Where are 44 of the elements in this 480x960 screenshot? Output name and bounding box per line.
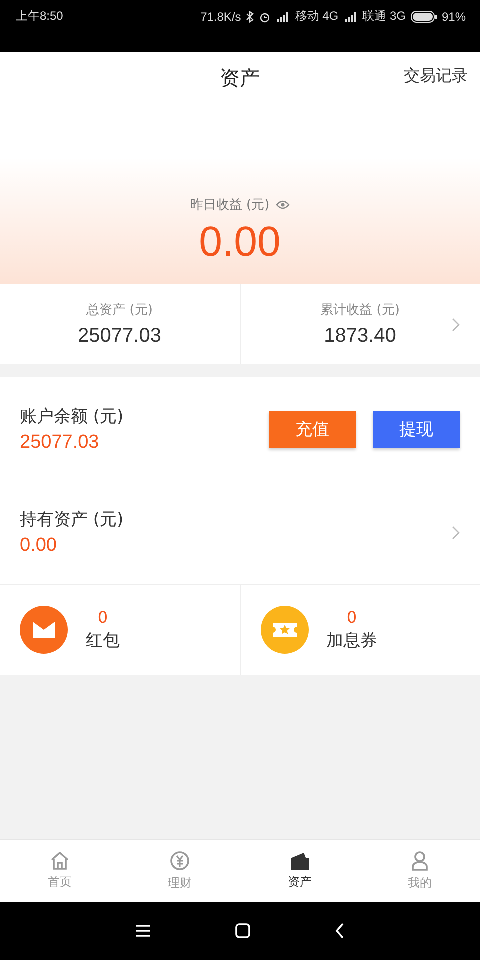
carrier-label: 移动 4G — [295, 8, 339, 25]
yesterday-earnings-value: 0.00 — [199, 218, 281, 266]
eye-icon[interactable] — [276, 200, 290, 210]
recharge-button[interactable]: 充值 — [269, 410, 356, 448]
summary-value: 1873.40 — [324, 324, 396, 348]
chevron-right-icon[interactable] — [452, 318, 460, 332]
bonus-count: 0 — [346, 608, 358, 627]
user-icon — [411, 850, 429, 870]
battery-level: 91% — [442, 10, 466, 24]
tab-item[interactable]: 我的 — [360, 840, 480, 902]
tab-item[interactable]: 资产 — [240, 840, 360, 902]
signal-icon — [276, 12, 290, 22]
status-time: 上午8:50 — [16, 8, 64, 25]
carrier-label: 联通 3G — [362, 8, 406, 25]
summary-label: 总资产 (元) — [86, 302, 153, 318]
bonus-label: 红包 — [86, 630, 120, 652]
yen-icon — [170, 850, 190, 870]
summary-label: 累计收益 (元) — [320, 302, 400, 318]
battery-icon — [410, 10, 437, 22]
tab-item[interactable]: 理财 — [120, 840, 240, 902]
network-speed: 71.8K/s — [200, 10, 242, 24]
alarm-icon — [259, 10, 272, 22]
holdings-value: 0.00 — [20, 535, 58, 557]
envelope-icon[interactable] — [20, 606, 68, 654]
account-balance-value: 25077.03 — [20, 432, 100, 454]
home-icon — [50, 852, 70, 870]
signal-icon — [344, 12, 358, 22]
summary-value: 25077.03 — [78, 324, 162, 348]
bonus-label: 加息券 — [326, 630, 378, 652]
back-icon[interactable] — [335, 923, 345, 939]
withdraw-button[interactable]: 提现 — [373, 410, 460, 448]
menu-icon[interactable] — [135, 924, 151, 938]
chevron-right-icon[interactable] — [452, 526, 460, 540]
tab-item[interactable]: 首页 — [0, 840, 120, 902]
yesterday-earnings-label: 昨日收益 (元) — [190, 197, 270, 214]
holdings-label: 持有资产 (元) — [20, 509, 124, 531]
transaction-records-link[interactable]: 交易记录 — [404, 66, 468, 87]
wallet-icon — [290, 852, 310, 870]
account-balance-label: 账户余额 (元) — [20, 406, 124, 428]
page-title: 资产 — [220, 64, 260, 92]
bonus-count: 0 — [98, 608, 108, 627]
ticket-icon[interactable] — [260, 606, 308, 654]
bluetooth-icon — [246, 10, 254, 22]
home-button-icon[interactable] — [235, 923, 251, 939]
